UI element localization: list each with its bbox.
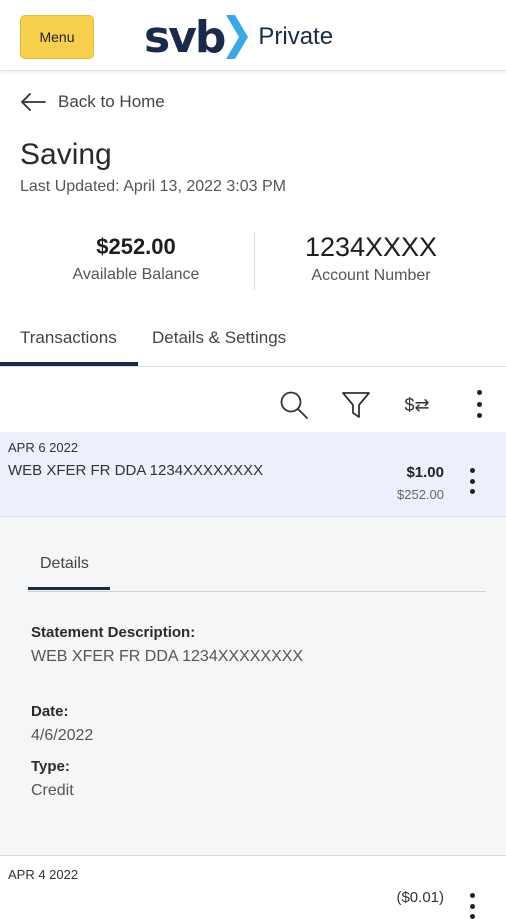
transaction-date: APR 4 2022 bbox=[8, 867, 79, 882]
transaction-amount: ($0.01) bbox=[396, 889, 444, 906]
logo-chevron-icon bbox=[226, 15, 249, 59]
page-title: Saving bbox=[20, 138, 112, 171]
statement-description-value: WEB XFER FR DDA 1234XXXXXXXX bbox=[31, 648, 304, 665]
svb-private-logo: svb Private bbox=[144, 10, 333, 64]
available-balance-value: $252.00 bbox=[96, 234, 176, 259]
back-label: Back to Home bbox=[58, 92, 165, 111]
transaction-details-panel: Details Statement Description: WEB XFER … bbox=[0, 517, 506, 856]
logo-private-text: Private bbox=[258, 23, 334, 50]
tab-transactions[interactable]: Transactions bbox=[20, 328, 117, 348]
account-number-value: 1234XXXX bbox=[304, 232, 438, 262]
search-icon[interactable] bbox=[277, 388, 311, 422]
logo-svb-text: svb bbox=[144, 11, 226, 63]
details-divider bbox=[28, 591, 486, 592]
tab-details[interactable]: Details bbox=[40, 555, 89, 573]
tab-details-settings[interactable]: Details & Settings bbox=[152, 328, 286, 348]
sort-glyph: $⇄ bbox=[404, 394, 430, 415]
available-balance-block: $252.00 Available Balance bbox=[36, 234, 236, 284]
more-options-icon[interactable] bbox=[469, 390, 489, 418]
details-tab-indicator bbox=[28, 587, 110, 590]
last-updated-text: Last Updated: April 13, 2022 3:03 PM bbox=[20, 178, 286, 195]
account-tabs: Transactions Details & Settings bbox=[0, 318, 506, 367]
transaction-description: WEB XFER FR DDA 1234XXXXXXXX bbox=[8, 462, 264, 479]
transaction-more-icon[interactable] bbox=[462, 893, 482, 919]
type-value: Credit bbox=[31, 782, 74, 799]
date-value: 4/6/2022 bbox=[31, 727, 94, 744]
statement-description-label: Statement Description: bbox=[31, 624, 196, 641]
transaction-running-balance: $252.00 bbox=[397, 487, 444, 502]
sort-icon[interactable]: $⇄ bbox=[400, 388, 434, 422]
date-label: Date: bbox=[31, 703, 69, 720]
type-label: Type: bbox=[31, 758, 70, 775]
filter-icon[interactable] bbox=[339, 388, 373, 422]
transaction-date: APR 6 2022 bbox=[8, 440, 79, 455]
transaction-row[interactable]: APR 6 2022 WEB XFER FR DDA 1234XXXXXXXX … bbox=[0, 432, 506, 517]
active-tab-indicator bbox=[0, 362, 138, 366]
app-header: Menu svb Private bbox=[0, 0, 506, 71]
available-balance-label: Available Balance bbox=[72, 266, 200, 283]
menu-button[interactable]: Menu bbox=[20, 15, 94, 59]
back-to-home-link[interactable]: Back to Home bbox=[20, 88, 165, 116]
account-number-block: 1234XXXX Account Number bbox=[268, 232, 474, 285]
transaction-more-icon[interactable] bbox=[462, 468, 482, 494]
divider bbox=[254, 232, 255, 290]
transaction-amount: $1.00 bbox=[406, 464, 444, 481]
arrow-left-icon bbox=[21, 93, 46, 111]
account-number-label: Account Number bbox=[311, 267, 431, 284]
